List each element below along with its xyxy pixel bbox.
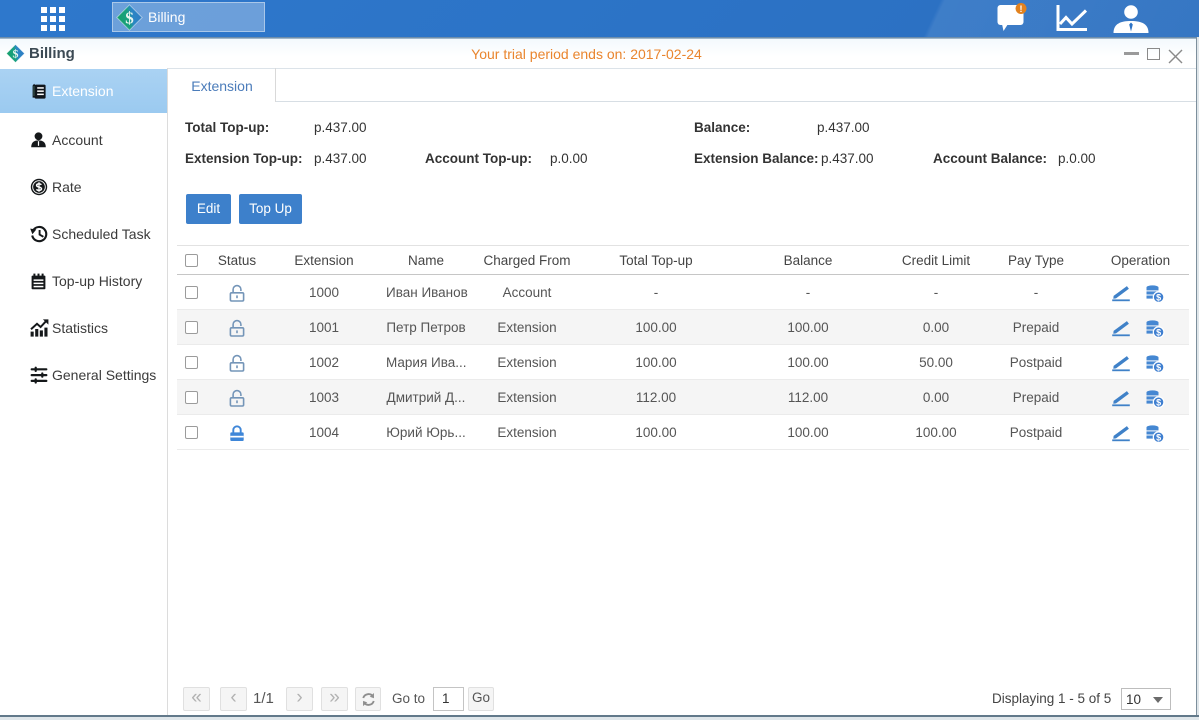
svg-text:!: !: [1020, 4, 1023, 14]
svg-text:$: $: [1156, 292, 1161, 302]
svg-text:$: $: [1156, 362, 1161, 372]
svg-text:$: $: [1156, 432, 1161, 442]
svg-text:$: $: [1156, 327, 1161, 337]
svg-text:$: $: [125, 8, 134, 27]
svg-text:$: $: [1156, 397, 1161, 407]
